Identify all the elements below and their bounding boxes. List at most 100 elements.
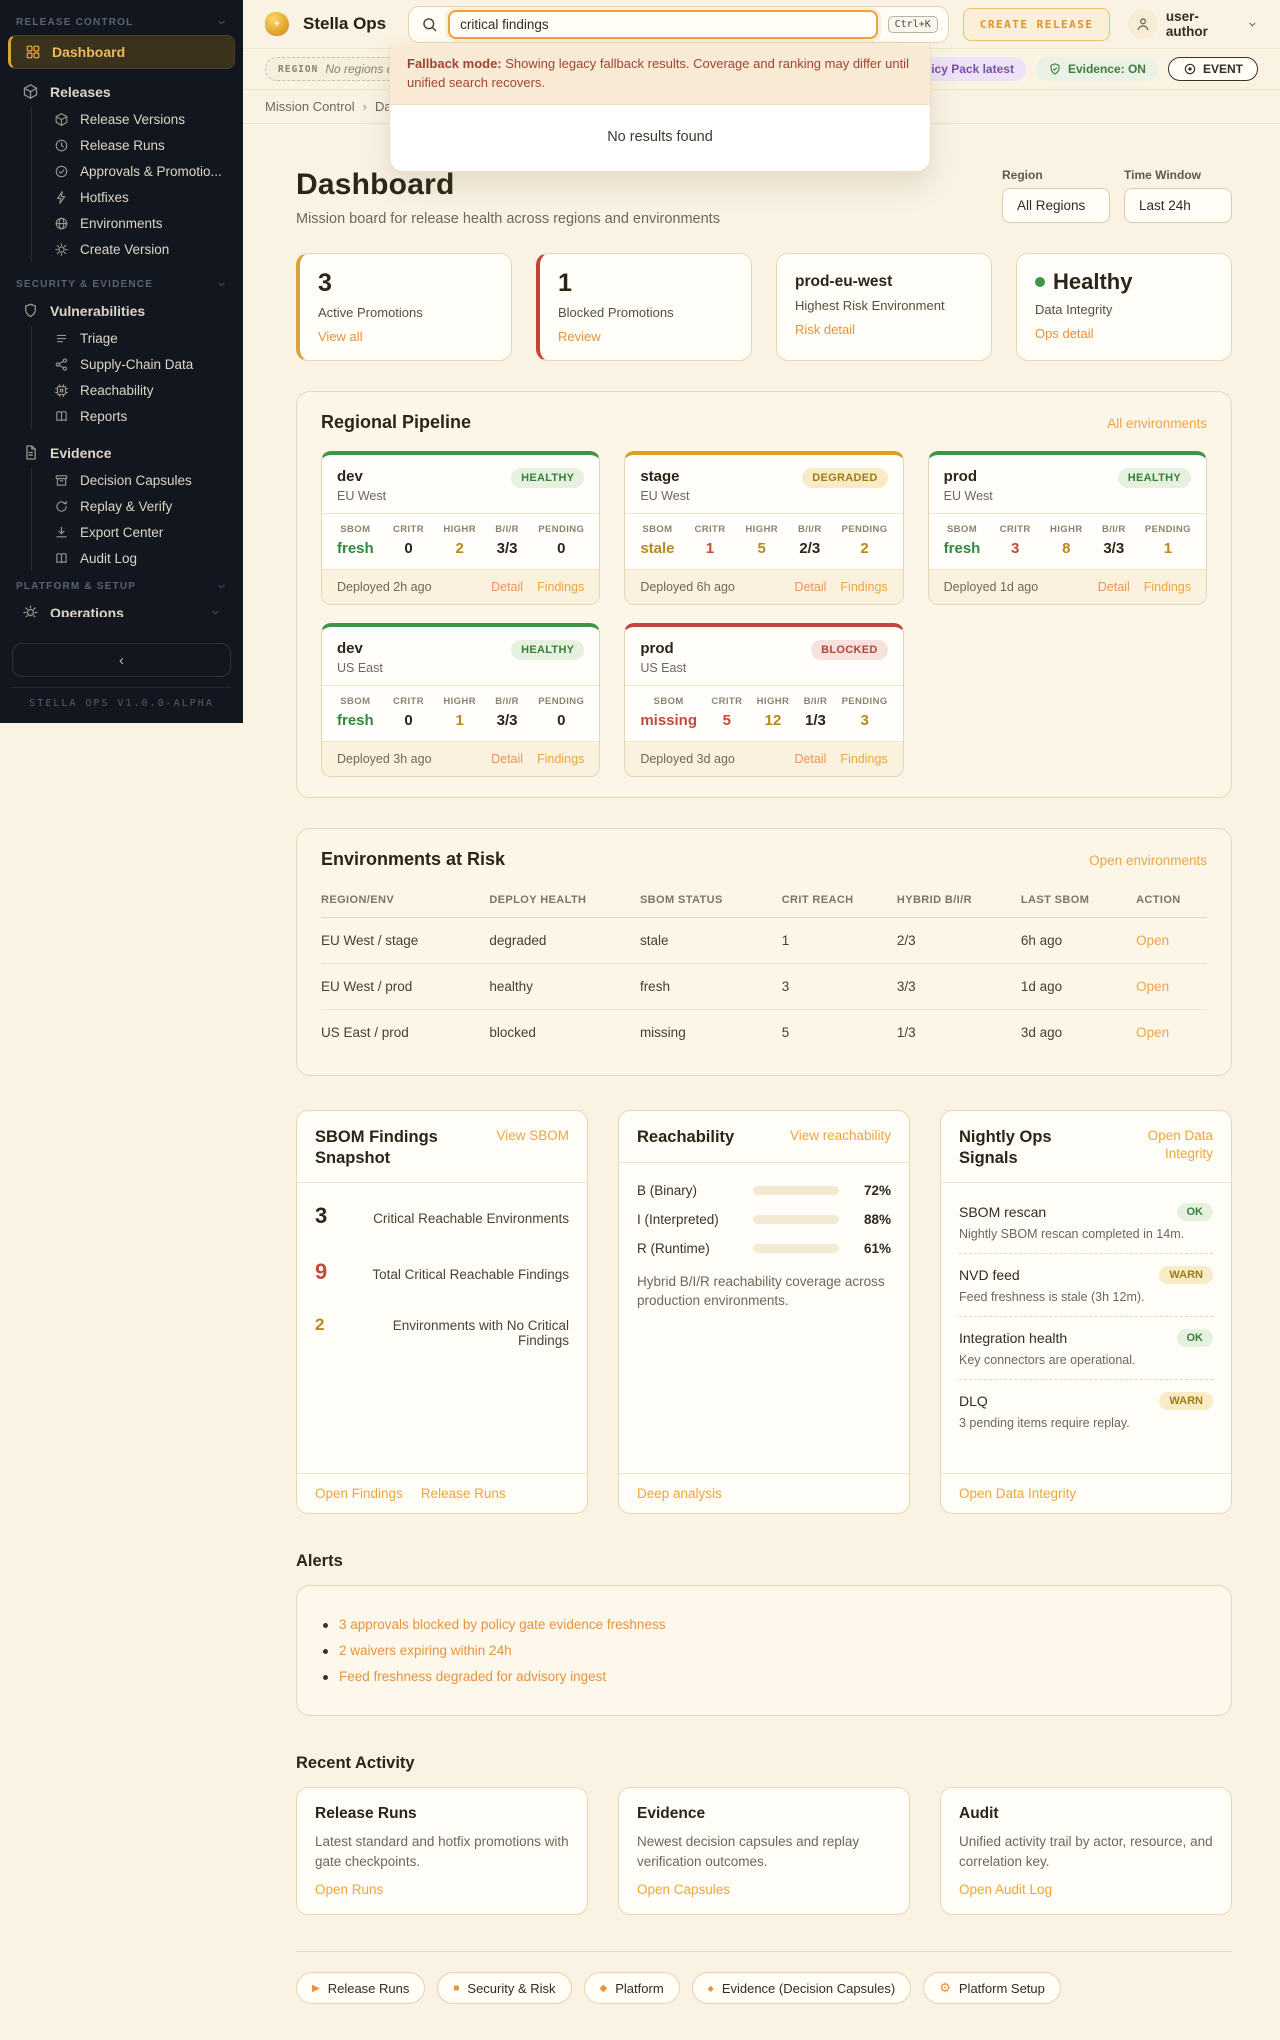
- footer-chip-platform-setup[interactable]: ⚙ Platform Setup: [923, 1972, 1061, 2005]
- open-link[interactable]: Open: [1136, 933, 1169, 948]
- open-runs-link[interactable]: Open Runs: [315, 1882, 383, 1897]
- sidebar-item-label: Evidence: [50, 444, 112, 461]
- review-link[interactable]: Review: [558, 329, 601, 344]
- region-select[interactable]: All Regions: [1002, 188, 1110, 223]
- bar-track: [753, 1185, 839, 1195]
- footer-chip-release-runs[interactable]: ▶ Release Runs: [296, 1972, 426, 2005]
- sidebar-item-vulnerabilities[interactable]: Vulnerabilities: [8, 296, 235, 325]
- sidebar-collapse-button[interactable]: ‹: [12, 643, 231, 677]
- open-data-integrity-link[interactable]: Open Data Integrity: [1104, 1127, 1213, 1162]
- open-link[interactable]: Open: [1136, 979, 1169, 994]
- open-data-integrity-footer-link[interactable]: Open Data Integrity: [959, 1486, 1076, 1501]
- footer-divider: [296, 1951, 1232, 1953]
- user-menu[interactable]: user-author: [1128, 9, 1258, 39]
- detail-link[interactable]: Detail: [794, 752, 826, 766]
- findings-link[interactable]: Findings: [537, 752, 584, 766]
- cpu-icon: [55, 384, 68, 397]
- stat-value: 5: [757, 540, 766, 557]
- sidebar-item-reachability[interactable]: Reachability: [44, 378, 237, 403]
- status-badge: DEGRADED: [802, 468, 888, 488]
- alert-link[interactable]: Feed freshness degraded for advisory ing…: [323, 1669, 1205, 1684]
- release-runs-link[interactable]: Release Runs: [421, 1486, 506, 1501]
- event-chip-label: EVENT: [1202, 62, 1243, 76]
- open-link[interactable]: Open: [1136, 1025, 1169, 1040]
- sidebar-item-label: Operations: [50, 604, 124, 618]
- ops-detail-link[interactable]: Ops detail: [1035, 326, 1094, 341]
- env-card-prod-us-east: prod US East BLOCKED SBOM missing CRITR 5 …: [624, 623, 904, 777]
- sidebar-item-audit-log[interactable]: Audit Log: [44, 546, 237, 571]
- breadcrumb-mission-control[interactable]: Mission Control: [265, 99, 355, 114]
- deployed-ago: Deployed 6h ago: [640, 580, 735, 594]
- event-chip[interactable]: EVENT: [1167, 57, 1258, 81]
- footer-chip-platform[interactable]: ◆ Platform: [583, 1972, 680, 2005]
- sidebar-item-evidence[interactable]: Evidence: [8, 438, 235, 467]
- open-findings-link[interactable]: Open Findings: [315, 1486, 403, 1501]
- detail-link[interactable]: Detail: [794, 580, 826, 594]
- env-name: prod: [943, 468, 977, 485]
- share-icon: [55, 358, 68, 371]
- cell-deploy-health: healthy: [489, 963, 640, 1010]
- cell-deploy-health: degraded: [489, 917, 640, 964]
- footer-chip-security-risk[interactable]: ■ Security & Risk: [437, 1972, 572, 2005]
- sidebar-item-release-versions[interactable]: Release Versions: [44, 107, 237, 132]
- sidebar-item-triage[interactable]: Triage: [44, 326, 237, 351]
- stat-header: CRITR: [393, 524, 425, 535]
- sidebar-item-approvals-promotions[interactable]: Approvals & Promotio...: [44, 159, 237, 184]
- bar-label: B (Binary): [637, 1182, 698, 1198]
- cell-hybrid: 1/3: [896, 1025, 916, 1040]
- detail-link[interactable]: Detail: [491, 580, 523, 594]
- signal-item: NVD feed WARN Feed freshness is stale (3h…: [959, 1266, 1213, 1304]
- global-search[interactable]: Ctrl+K: [408, 5, 949, 43]
- sidebar-item-supply-chain-data[interactable]: Supply-Chain Data: [44, 352, 237, 377]
- signal-name: SBOM rescan: [959, 1204, 1047, 1221]
- stat-header: PENDING: [841, 524, 888, 535]
- alert-link[interactable]: 3 approvals blocked by policy gate evide…: [323, 1617, 1205, 1632]
- cell-crit-reach: 1: [781, 917, 897, 964]
- findings-link[interactable]: Findings: [840, 580, 887, 594]
- sidebar-item-replay-verify[interactable]: Replay & Verify: [44, 494, 237, 519]
- open-audit-log-link[interactable]: Open Audit Log: [959, 1882, 1052, 1897]
- findings-link[interactable]: Findings: [840, 752, 887, 766]
- bar-percent: 61%: [863, 1240, 891, 1256]
- sidebar-item-dashboard[interactable]: Dashboard: [8, 35, 235, 69]
- chevron-down-icon: [218, 584, 225, 589]
- sidebar-section-release-control[interactable]: RELEASE CONTROL: [0, 8, 243, 33]
- open-capsules-link[interactable]: Open Capsules: [637, 1882, 730, 1897]
- detail-link[interactable]: Detail: [1098, 580, 1130, 594]
- search-input[interactable]: [460, 16, 866, 32]
- deep-analysis-link[interactable]: Deep analysis: [637, 1486, 722, 1501]
- bar-track: [753, 1243, 839, 1253]
- alert-link[interactable]: 2 waivers expiring within 24h: [323, 1643, 1205, 1658]
- sidebar-item-operations[interactable]: Operations: [8, 598, 235, 617]
- risk-detail-link[interactable]: Risk detail: [795, 322, 855, 337]
- sidebar-item-release-runs[interactable]: Release Runs: [44, 133, 237, 158]
- view-sbom-link[interactable]: View SBOM: [496, 1127, 569, 1145]
- findings-link[interactable]: Findings: [537, 580, 584, 594]
- stat-label: Total Critical Reachable Findings: [372, 1267, 569, 1283]
- view-all-link[interactable]: View all: [318, 329, 363, 344]
- signal-name: DLQ: [959, 1393, 988, 1410]
- dot-icon: ◆: [707, 1983, 714, 1993]
- search-shortcut-badge: Ctrl+K: [887, 15, 938, 33]
- sidebar-item-environments[interactable]: Environments: [44, 211, 237, 236]
- sidebar-section-security-evidence[interactable]: SECURITY & EVIDENCE: [0, 270, 243, 295]
- sidebar-item-create-version[interactable]: Create Version: [44, 237, 237, 262]
- open-environments-link[interactable]: Open environments: [1089, 853, 1207, 868]
- region-chip-label: REGION: [278, 63, 319, 75]
- all-environments-link[interactable]: All environments: [1107, 416, 1207, 431]
- view-reachability-link[interactable]: View reachability: [790, 1127, 891, 1145]
- create-release-button[interactable]: CREATE RELEASE: [962, 7, 1111, 41]
- evidence-chip[interactable]: Evidence: ON: [1035, 57, 1158, 81]
- findings-link[interactable]: Findings: [1144, 580, 1191, 594]
- sidebar-item-releases[interactable]: Releases: [8, 77, 235, 106]
- footer-chip-evidence-capsules[interactable]: ◆ Evidence (Decision Capsules): [691, 1972, 912, 2005]
- time-window-select[interactable]: Last 24h: [1124, 188, 1232, 223]
- env-card-stage-eu-west: stage EU West DEGRADED SBOM stale CRITR 1 …: [624, 451, 904, 605]
- sidebar-item-export-center[interactable]: Export Center: [44, 520, 237, 545]
- sidebar-section-platform-setup[interactable]: PLATFORM & SETUP: [0, 572, 243, 597]
- sidebar-item-reports[interactable]: Reports: [44, 404, 237, 429]
- detail-link[interactable]: Detail: [491, 752, 523, 766]
- sidebar-item-decision-capsules[interactable]: Decision Capsules: [44, 468, 237, 493]
- sidebar-item-hotfixes[interactable]: Hotfixes: [44, 185, 237, 210]
- alerts-title: Alerts: [296, 1552, 343, 1570]
